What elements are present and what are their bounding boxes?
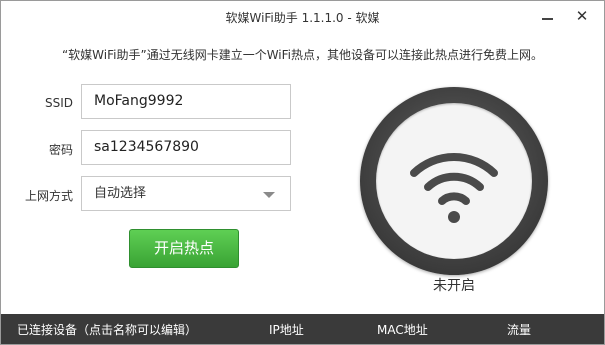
- mode-value: 自动选择: [94, 186, 147, 201]
- ssid-label: SSID: [44, 96, 73, 110]
- description-text: “软媒WiFi助手”通过无线网卡建立一个WiFi热点，其他设备可以连接此热点进行…: [61, 48, 544, 62]
- close-button[interactable]: ✕: [570, 5, 594, 27]
- title-bar[interactable]: 软媒WiFi助手 1.1.1.0 - 软媒 ✕: [1, 1, 604, 31]
- column-ip[interactable]: IP地址: [269, 321, 304, 338]
- column-connected-devices[interactable]: 已连接设备（点击名称可以编辑）: [17, 321, 197, 338]
- minimize-button[interactable]: [535, 5, 559, 27]
- hotspot-toggle[interactable]: [360, 87, 548, 275]
- mode-label: 上网方式: [24, 189, 73, 203]
- password-value: sa1234567890: [94, 139, 199, 155]
- column-mac[interactable]: MAC地址: [377, 321, 428, 338]
- mode-select[interactable]: 自动选择: [81, 176, 291, 211]
- minimize-icon: [541, 18, 553, 20]
- wifi-face: [376, 103, 532, 259]
- ssid-value: MoFang9992: [94, 93, 184, 109]
- wifi-icon: [410, 153, 498, 223]
- password-label: 密码: [48, 143, 73, 157]
- dropdown-arrow-icon: [263, 192, 275, 198]
- password-input[interactable]: sa1234567890: [81, 130, 291, 165]
- ssid-input[interactable]: MoFang9992: [81, 84, 291, 119]
- start-hotspot-button[interactable]: 开启热点: [129, 229, 239, 268]
- app-window: 软媒WiFi助手 1.1.1.0 - 软媒 ✕ “软媒WiFi助手”通过无线网卡…: [0, 0, 605, 345]
- hotspot-status: 未开启: [433, 278, 475, 294]
- window-title: 软媒WiFi助手 1.1.1.0 - 软媒: [225, 11, 380, 25]
- device-list-header: 已连接设备（点击名称可以编辑） IP地址 MAC地址 流量: [1, 314, 604, 344]
- column-traffic[interactable]: 流量: [507, 321, 531, 338]
